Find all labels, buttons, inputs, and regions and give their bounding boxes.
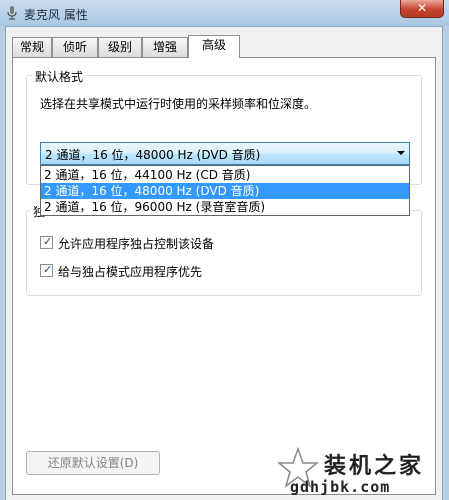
close-icon: ✕ bbox=[416, 1, 428, 15]
format-dropdown-list: 2 通道，16 位，44100 Hz (CD 音质) 2 通道，16 位，480… bbox=[40, 165, 410, 216]
site-watermark: 装机之家 gdhjbk.com bbox=[276, 442, 449, 500]
tab-levels[interactable]: 级别 bbox=[98, 37, 142, 57]
allow-exclusive-label: 允许应用程序独占控制该设备 bbox=[58, 237, 215, 251]
tab-advanced[interactable]: 高级 bbox=[188, 35, 240, 58]
microphone-icon bbox=[7, 6, 17, 20]
close-button[interactable]: ✕ bbox=[400, 0, 444, 18]
watermark-url: gdhjbk.com bbox=[290, 478, 391, 496]
format-option-48000[interactable]: 2 通道，16 位，48000 Hz (DVD 音质) bbox=[41, 183, 409, 199]
format-option-96000[interactable]: 2 通道，16 位，96000 Hz (录音室音质) bbox=[41, 199, 409, 215]
check-icon: ✓ bbox=[43, 263, 53, 276]
format-option-44100[interactable]: 2 通道，16 位，44100 Hz (CD 音质) bbox=[41, 167, 409, 183]
default-format-description: 选择在共享模式中运行时使用的采样频率和位深度。 bbox=[40, 97, 317, 111]
give-priority-label: 给与独占模式应用程序优先 bbox=[58, 265, 203, 279]
check-icon: ✓ bbox=[43, 235, 53, 248]
window-title: 麦克风 属性 bbox=[24, 8, 88, 22]
watermark-site-name: 装机之家 bbox=[324, 454, 425, 479]
tab-enhancements[interactable]: 增强 bbox=[142, 37, 188, 57]
tab-listen[interactable]: 侦听 bbox=[52, 37, 98, 57]
restore-defaults-button[interactable]: 还原默认设置(D) bbox=[26, 451, 160, 475]
format-select-value: 2 通道，16 位，48000 Hz (DVD 音质) bbox=[45, 148, 261, 162]
tab-general[interactable]: 常规 bbox=[12, 37, 52, 57]
format-select[interactable]: 2 通道，16 位，48000 Hz (DVD 音质) bbox=[40, 142, 410, 165]
allow-exclusive-checkbox[interactable]: ✓ bbox=[40, 235, 53, 249]
give-priority-checkbox[interactable]: ✓ bbox=[40, 263, 53, 277]
default-format-label: 默认格式 bbox=[32, 68, 87, 85]
title-bar[interactable]: 麦克风 属性 ✕ bbox=[0, 0, 449, 26]
chevron-down-icon[interactable] bbox=[397, 151, 405, 155]
exclusive-mode-group bbox=[26, 210, 422, 296]
